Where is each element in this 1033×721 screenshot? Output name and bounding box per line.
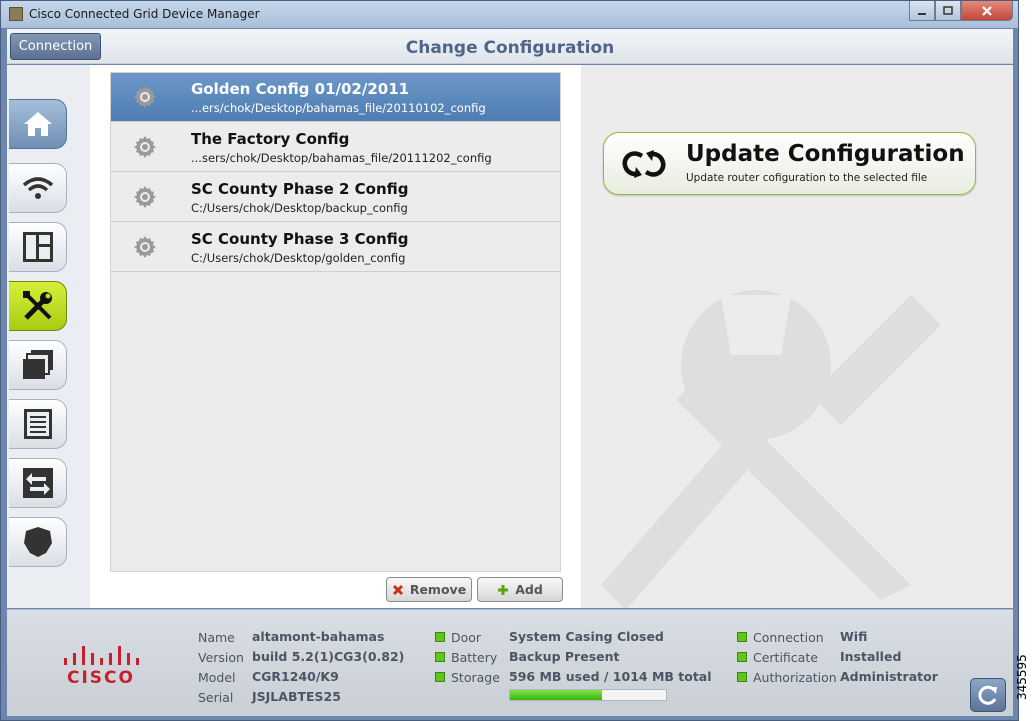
tools-icon xyxy=(22,291,52,320)
sync-icon xyxy=(622,150,666,178)
window-title: Cisco Connected Grid Device Manager xyxy=(29,7,260,21)
update-title: Update Configuration xyxy=(686,141,965,167)
sidebar-item-tools[interactable] xyxy=(9,281,67,331)
sidebar-item-transfer[interactable] xyxy=(9,458,67,508)
storage-progress-bar xyxy=(509,689,667,701)
config-list-item[interactable]: SC County Phase 2 Config C:/Users/chok/De… xyxy=(111,173,560,222)
storage-status-led xyxy=(435,672,445,682)
config-name: SC County Phase 2 Config xyxy=(191,180,409,198)
config-path: C:/Users/chok/Desktop/golden_config xyxy=(191,251,406,265)
minimize-button[interactable] xyxy=(909,1,935,21)
window-controls xyxy=(909,1,1015,21)
title-bar: Cisco Connected Grid Device Manager xyxy=(1,1,1018,28)
sidebar xyxy=(7,65,90,608)
authorization-status-led xyxy=(737,672,747,682)
sidebar-item-dashboard[interactable] xyxy=(9,222,67,272)
certificate-value: Installed xyxy=(840,649,902,664)
gear-icon xyxy=(133,185,157,209)
sidebar-item-security[interactable] xyxy=(9,517,67,567)
sidebar-item-list[interactable] xyxy=(9,399,67,449)
minimize-icon xyxy=(918,12,926,15)
battery-status-led xyxy=(435,652,445,662)
storage-progress-fill xyxy=(510,690,602,700)
connection-label: Connection xyxy=(753,630,824,645)
shield-icon xyxy=(23,527,52,557)
gear-icon xyxy=(133,85,157,109)
version-label: Version xyxy=(198,650,244,665)
storage-label: Storage xyxy=(451,670,500,685)
dashboard-icon xyxy=(22,232,53,262)
maximize-icon xyxy=(943,5,953,15)
door-status-led xyxy=(435,632,445,642)
maximize-button[interactable] xyxy=(935,1,961,21)
remove-label: Remove xyxy=(409,582,467,597)
remove-icon xyxy=(392,584,403,595)
page-title: Change Configuration xyxy=(405,38,615,58)
sidebar-item-windows[interactable] xyxy=(9,340,67,390)
config-list: Golden Config 01/02/2011 ...ers/chok/Desk… xyxy=(110,72,561,572)
add-button[interactable]: Add xyxy=(477,577,563,602)
action-panel: Update Configuration Update router cofig… xyxy=(581,65,1013,608)
storage-value: 596 MB used / 1014 MB total xyxy=(509,669,712,684)
list-icon xyxy=(23,409,52,439)
home-icon xyxy=(23,112,52,136)
name-label: Name xyxy=(198,630,235,645)
config-list-item[interactable]: The Factory Config ...sers/chok/Desktop/b… xyxy=(111,123,560,172)
config-name: SC County Phase 3 Config xyxy=(191,230,409,248)
cisco-logo-text: CISCO xyxy=(67,668,135,688)
tools-watermark-icon xyxy=(601,290,941,608)
app-icon xyxy=(9,7,23,21)
gear-icon xyxy=(133,235,157,259)
wifi-icon xyxy=(22,177,53,199)
door-value: System Casing Closed xyxy=(509,629,664,644)
config-list-item[interactable]: Golden Config 01/02/2011 ...ers/chok/Desk… xyxy=(111,73,560,122)
config-name: Golden Config 01/02/2011 xyxy=(191,80,410,98)
refresh-button[interactable] xyxy=(970,678,1006,712)
sidebar-item-home[interactable] xyxy=(9,99,67,149)
remove-button[interactable]: Remove xyxy=(386,577,472,602)
update-configuration-button[interactable]: Update Configuration Update router cofig… xyxy=(603,132,976,195)
close-icon xyxy=(982,5,992,16)
model-value: CGR1240/K9 xyxy=(252,669,339,684)
gear-icon xyxy=(133,135,157,159)
authorization-label: Authorization xyxy=(753,670,837,685)
figure-id: 345595 xyxy=(1015,654,1029,700)
add-icon xyxy=(498,584,509,595)
serial-label: Serial xyxy=(198,690,234,705)
status-bar: CISCO Name altamont-bahamas Version buil… xyxy=(7,609,1013,716)
battery-value: Backup Present xyxy=(509,649,620,664)
update-subtitle: Update router cofiguration to the select… xyxy=(686,172,928,184)
transfer-icon xyxy=(22,468,53,498)
app-window: Cisco Connected Grid Device Manager Chan… xyxy=(0,0,1019,721)
add-label: Add xyxy=(515,582,543,597)
refresh-icon xyxy=(978,685,997,705)
authorization-value: Administrator xyxy=(840,669,938,684)
config-list-panel: Golden Config 01/02/2011 ...ers/chok/Desk… xyxy=(90,65,581,608)
name-value: altamont-bahamas xyxy=(252,629,385,644)
serial-value: JSJLABTES25 xyxy=(252,689,341,704)
version-value: build 5.2(1)CG3(0.82) xyxy=(252,649,405,664)
close-button[interactable] xyxy=(961,1,1013,21)
config-name: The Factory Config xyxy=(191,130,350,148)
certificate-label: Certificate xyxy=(753,650,818,665)
certificate-status-led xyxy=(737,652,747,662)
config-list-item[interactable]: SC County Phase 3 Config C:/Users/chok/De… xyxy=(111,223,560,272)
config-path: C:/Users/chok/Desktop/backup_config xyxy=(191,201,408,215)
model-label: Model xyxy=(198,670,236,685)
config-path: ...ers/chok/Desktop/bahamas_file/2011010… xyxy=(191,101,486,115)
windows-icon xyxy=(22,350,53,379)
page-header: Change Configuration Connection xyxy=(7,29,1013,64)
battery-label: Battery xyxy=(451,650,498,665)
connection-status-led xyxy=(737,632,747,642)
connection-value: Wifi xyxy=(840,629,868,644)
door-label: Door xyxy=(451,630,482,645)
connection-button[interactable]: Connection xyxy=(10,33,101,60)
config-path: ...sers/chok/Desktop/bahamas_file/201112… xyxy=(191,151,492,165)
sidebar-item-wifi[interactable] xyxy=(9,163,67,213)
